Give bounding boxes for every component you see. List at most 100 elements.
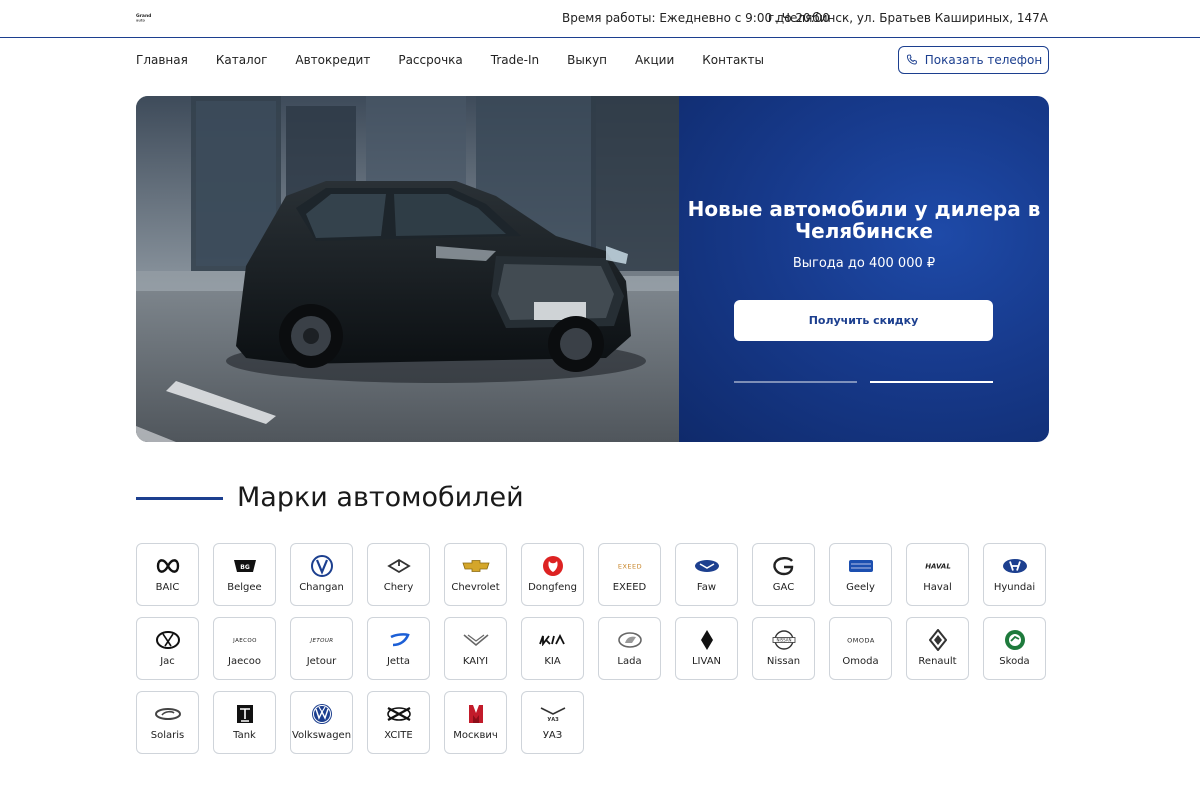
brand-card-solaris[interactable]: Solaris [136, 691, 199, 754]
brand-card-hyundai[interactable]: Hyundai [983, 543, 1046, 606]
brand-name: GAC [772, 582, 795, 593]
brand-card-skoda[interactable]: Skoda [983, 617, 1046, 680]
dealer-address: г. Челябинск, ул. Братьев Кашириных, 147… [767, 11, 1048, 25]
brand-name: Hyundai [993, 582, 1036, 593]
slider-dot-1[interactable] [734, 381, 857, 383]
section-accent-line [136, 497, 223, 500]
brand-name: Jetour [306, 656, 337, 667]
svg-text:EXEED: EXEED [617, 563, 641, 571]
brand-card-belgee[interactable]: BG Belgee [213, 543, 276, 606]
brand-card-kaiyi[interactable]: KAIYI [444, 617, 507, 680]
brand-card-haval[interactable]: HAVAL Haval [906, 543, 969, 606]
nav-item-catalog[interactable]: Каталог [216, 53, 268, 67]
get-discount-button[interactable]: Получить скидку [734, 300, 993, 341]
brand-card-chevrolet[interactable]: Chevrolet [444, 543, 507, 606]
brand-name: Solaris [150, 730, 185, 741]
uaz-logo-icon: УАЗ [533, 703, 573, 725]
brand-card-jetta[interactable]: Jetta [367, 617, 430, 680]
chery-logo-icon [379, 555, 419, 577]
dongfeng-logo-icon [533, 555, 573, 577]
brand-card-omoda[interactable]: OMODA Omoda [829, 617, 892, 680]
nav-item-autocredit[interactable]: Автокредит [295, 53, 370, 67]
brand-name: Chery [383, 582, 414, 593]
brand-card-chery[interactable]: Chery [367, 543, 430, 606]
svg-text:auto: auto [136, 19, 146, 23]
haval-logo-icon: HAVAL [918, 555, 958, 577]
brand-name: Omoda [842, 656, 879, 667]
brand-name: Renault [918, 656, 957, 667]
brand-card-renault[interactable]: Renault [906, 617, 969, 680]
brand-name: Москвич [453, 730, 498, 741]
show-phone-button[interactable]: Показать телефон [898, 46, 1049, 74]
gac-logo-icon [764, 555, 804, 577]
brand-name: Jetta [386, 656, 411, 667]
hero-banner: Новые автомобили у дилера в Челябинске В… [136, 96, 1049, 442]
jetour-logo-icon: JETOUR [302, 629, 342, 651]
top-bar: Grand auto Время работы: Ежедневно с 9:0… [0, 0, 1200, 38]
svg-text:JAECOO: JAECOO [232, 638, 257, 644]
brand-card-livan[interactable]: LIVAN [675, 617, 738, 680]
brand-card-faw[interactable]: Faw [675, 543, 738, 606]
brand-card-jaecoo[interactable]: JAECOO Jaecoo [213, 617, 276, 680]
main-nav: Главная Каталог Автокредит Рассрочка Tra… [136, 53, 792, 67]
brand-card-changan[interactable]: Changan [290, 543, 353, 606]
brand-name: Volkswagen [291, 730, 352, 741]
renault-logo-icon [918, 629, 958, 651]
brand-card-gac[interactable]: GAC [752, 543, 815, 606]
site-logo[interactable]: Grand auto [136, 12, 158, 23]
brand-name: Haval [923, 582, 952, 593]
brand-card-dongfeng[interactable]: Dongfeng [521, 543, 584, 606]
chevrolet-logo-icon [456, 555, 496, 577]
faw-logo-icon [687, 555, 727, 577]
svg-text:BG: BG [240, 564, 250, 571]
hero-title: Новые автомобили у дилера в Челябинске [687, 197, 1041, 243]
brand-card-volkswagen[interactable]: Volkswagen [290, 691, 353, 754]
brand-name: Tank [233, 730, 256, 741]
brand-card-geely[interactable]: Geely [829, 543, 892, 606]
jetta-logo-icon [379, 629, 419, 651]
jac-logo-icon [148, 629, 188, 651]
brand-card-jetour[interactable]: JETOUR Jetour [290, 617, 353, 680]
brand-card-уаз[interactable]: УАЗ УАЗ [521, 691, 584, 754]
brand-card-xcite[interactable]: XCITE [367, 691, 430, 754]
kia-logo-icon [533, 629, 573, 651]
brand-name: Lada [617, 656, 642, 667]
exeed-logo-icon: EXEED [610, 555, 650, 577]
slider-dot-2-active[interactable] [870, 381, 993, 383]
omoda-logo-icon: OMODA [841, 629, 881, 651]
brand-name: Jac [160, 656, 175, 667]
show-phone-label: Показать телефон [924, 53, 1043, 67]
skoda-logo-icon [995, 629, 1035, 651]
brand-card-москвич[interactable]: Москвич [444, 691, 507, 754]
nav-item-promotions[interactable]: Акции [635, 53, 674, 67]
volkswagen-logo-icon [302, 703, 342, 725]
brand-name: УАЗ [542, 730, 563, 741]
brand-card-nissan[interactable]: NISSAN Nissan [752, 617, 815, 680]
nav-item-buyout[interactable]: Выкуп [567, 53, 607, 67]
nav-item-home[interactable]: Главная [136, 53, 188, 67]
svg-text:JETOUR: JETOUR [309, 638, 333, 644]
brand-card-exeed[interactable]: EXEED EXEED [598, 543, 661, 606]
solaris-logo-icon [148, 703, 188, 725]
brand-name: KIA [544, 656, 561, 667]
lada-logo-icon [610, 629, 650, 651]
nav-item-contacts[interactable]: Контакты [702, 53, 764, 67]
brand-name: Geely [846, 582, 875, 593]
nav-item-trade-in[interactable]: Trade-In [491, 53, 539, 67]
svg-text:УАЗ: УАЗ [547, 717, 559, 722]
hyundai-logo-icon [995, 555, 1035, 577]
brand-name: Changan [299, 582, 344, 593]
nav-item-installment[interactable]: Рассрочка [398, 53, 462, 67]
car-illustration [136, 96, 679, 442]
brand-card-tank[interactable]: Tank [213, 691, 276, 754]
brand-card-kia[interactable]: KIA [521, 617, 584, 680]
brand-card-jac[interactable]: Jac [136, 617, 199, 680]
svg-text:OMODA: OMODA [847, 637, 875, 645]
brand-name: Faw [696, 582, 717, 593]
hero-promo-panel: Новые автомобили у дилера в Челябинске В… [679, 96, 1049, 442]
logo-icon: Grand auto [136, 13, 151, 23]
brand-card-baic[interactable]: BAIC [136, 543, 199, 606]
hero-car-image [136, 96, 679, 442]
brand-name: XCITE [384, 730, 413, 741]
brand-card-lada[interactable]: Lada [598, 617, 661, 680]
